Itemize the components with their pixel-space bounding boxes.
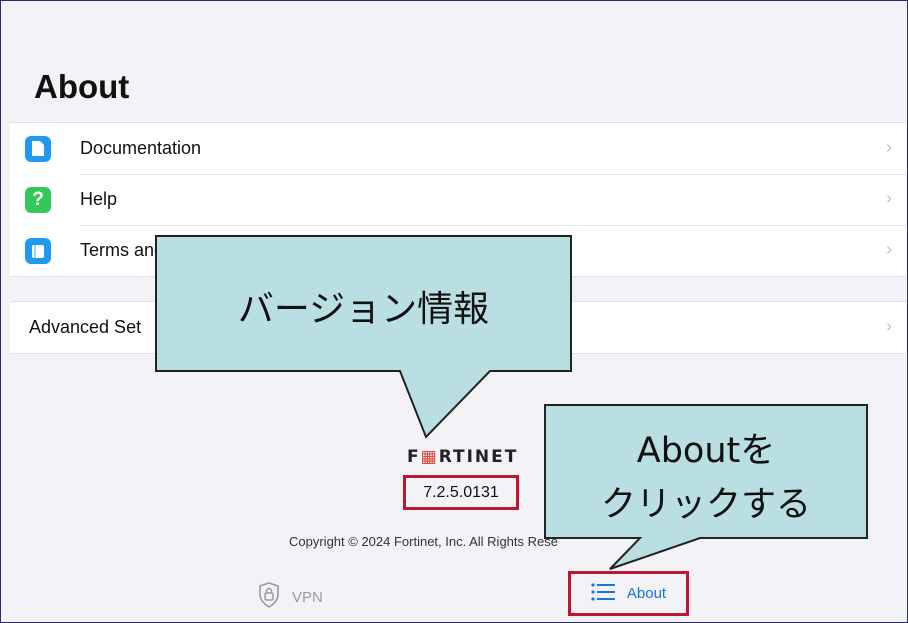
list-item-label: Help: [80, 189, 118, 209]
version-callout-text: バージョン情報: [237, 289, 490, 330]
tab-vpn-label: VPN: [292, 588, 323, 606]
document-icon: [25, 135, 51, 162]
chevron-right-icon: ›: [886, 239, 892, 259]
list-icon: [591, 582, 615, 606]
tab-about-label: About: [626, 585, 667, 602]
chevron-right-icon: ›: [886, 316, 892, 336]
list-item-label: Advanced Set: [29, 317, 142, 337]
chevron-right-icon: ›: [886, 137, 892, 157]
chevron-right-icon: ›: [886, 188, 892, 208]
list-item-documentation[interactable]: Documentation ›: [10, 123, 906, 174]
about-callout-line2: クリックする: [600, 485, 811, 525]
list-item-terms[interactable]: Terms and ›: [10, 225, 906, 276]
about-list: Documentation › ? Help › Terms and ›: [10, 122, 906, 277]
list-item-help[interactable]: ? Help ›: [10, 174, 906, 225]
version-label: 7.2.5.0131: [403, 475, 519, 510]
about-callout-line1: Aboutを: [636, 431, 776, 471]
list-item-label: Documentation: [80, 138, 202, 158]
fortinet-logo: F▦RTINET: [407, 447, 519, 467]
shield-lock-icon: [258, 582, 280, 612]
copyright-text: Copyright © 2024 Fortinet, Inc. All Righ…: [289, 534, 558, 549]
page-title: About: [34, 68, 130, 105]
tab-vpn[interactable]: VPN: [258, 582, 323, 612]
tab-about[interactable]: About: [568, 571, 689, 616]
question-icon: ?: [25, 186, 51, 213]
list-item-label: Terms and: [80, 240, 165, 260]
book-icon: [25, 237, 51, 264]
